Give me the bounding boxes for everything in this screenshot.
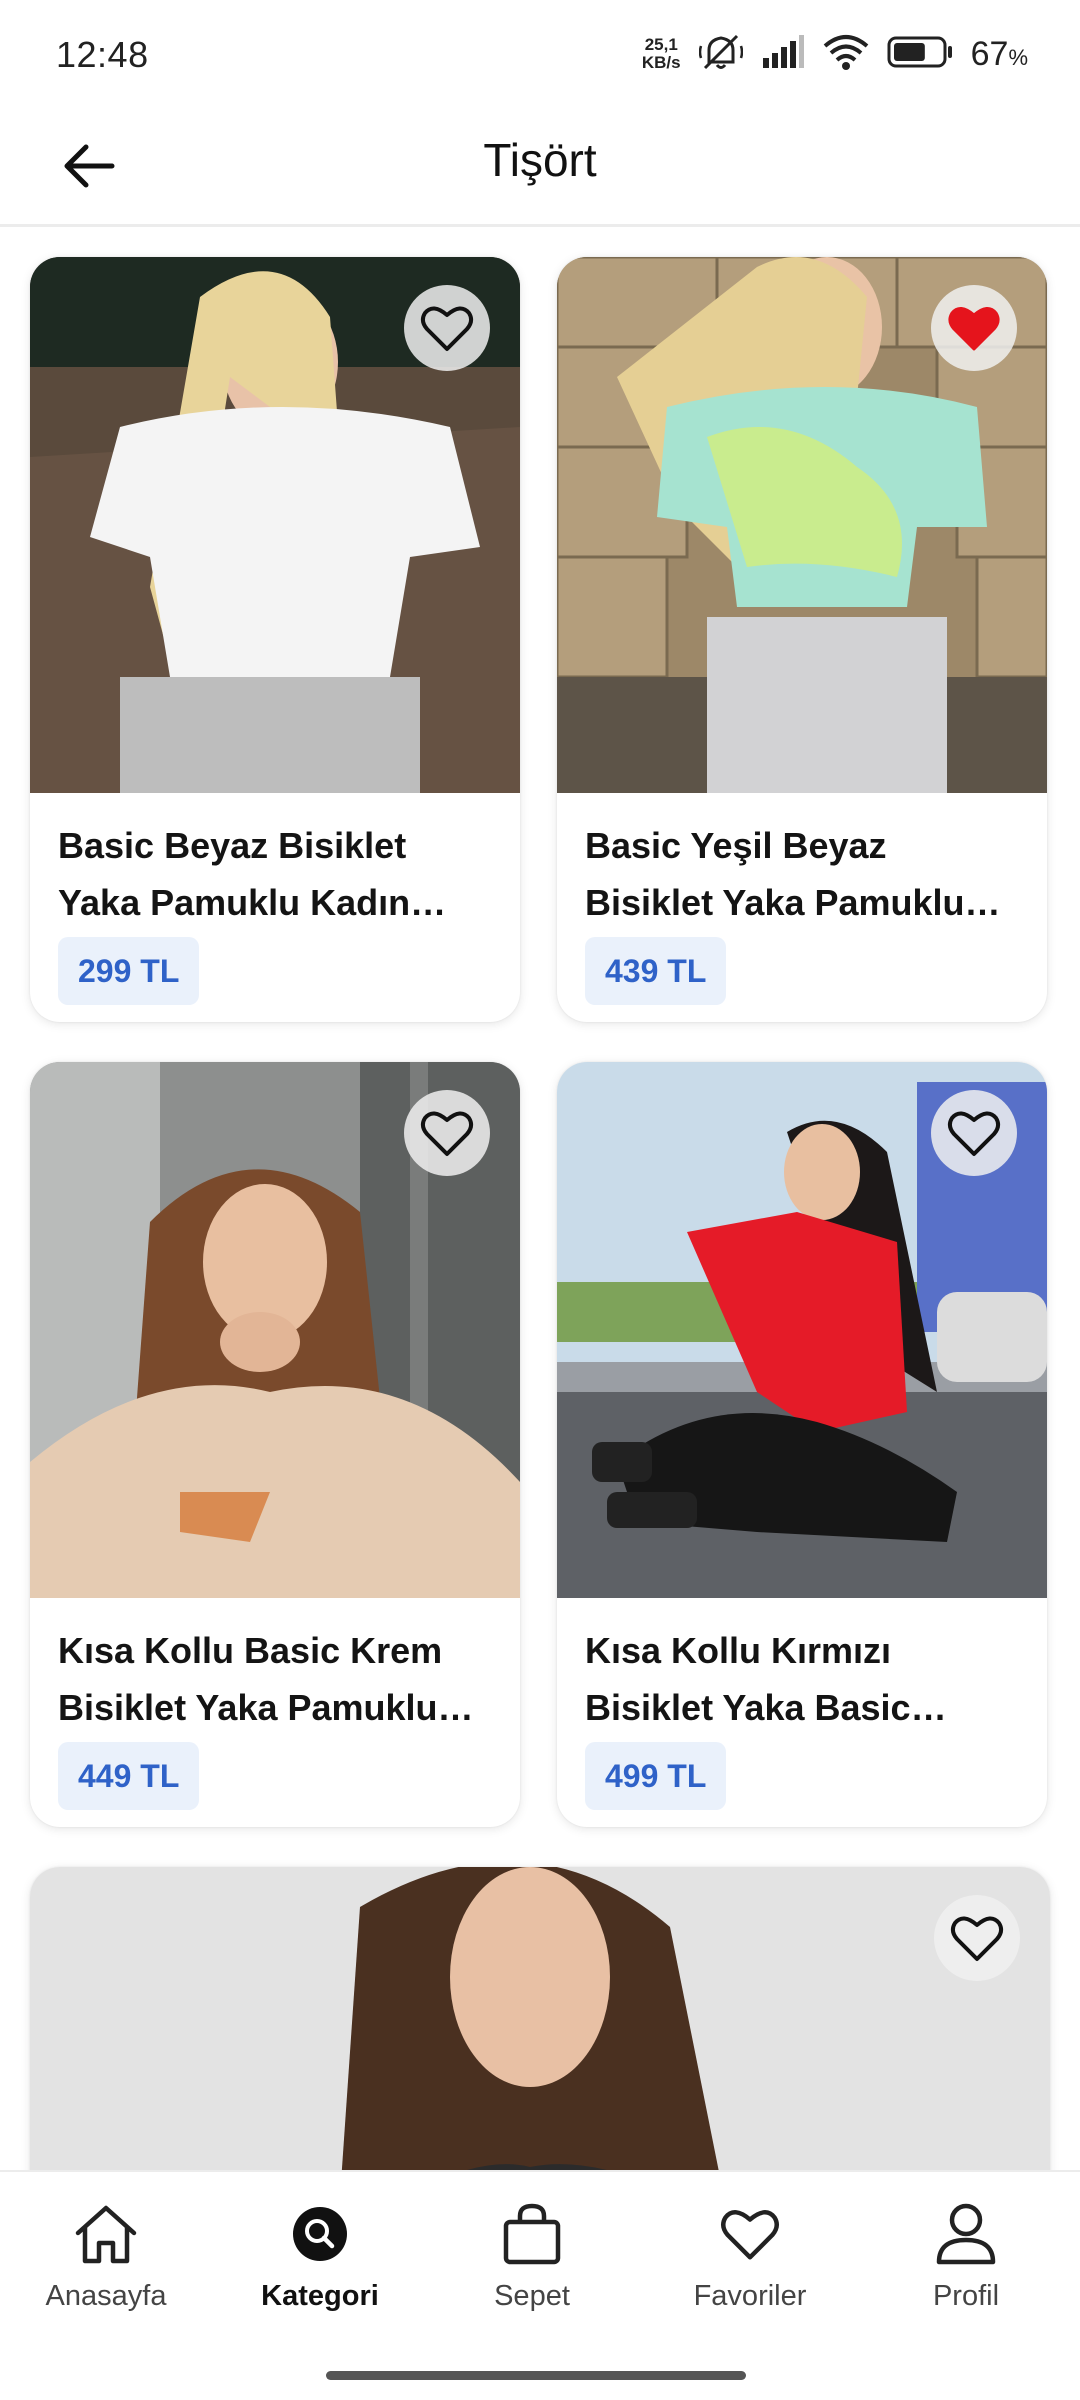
mute-vibrate-icon xyxy=(698,32,743,77)
search-icon xyxy=(282,2196,358,2272)
wifi-icon xyxy=(823,34,869,75)
nav-label: Profil xyxy=(932,2280,1000,2312)
network-speed: 25,1 KB/s xyxy=(642,36,681,72)
product-card[interactable]: Kısa Kollu Basic Krem Bisiklet Yaka Pamu… xyxy=(30,1062,520,1827)
favorite-button[interactable] xyxy=(931,1090,1017,1176)
price-badge: 499 TL xyxy=(585,1742,727,1810)
product-name: Basic Beyaz Bisiklet Yaka Pamuklu Kadın … xyxy=(58,825,411,923)
product-name: Basic Yeşil Beyaz Bisiklet Yaka Pamuklu … xyxy=(585,825,965,923)
product-card[interactable] xyxy=(30,1867,1050,2170)
heart-icon xyxy=(950,1916,1004,1961)
favorite-button[interactable] xyxy=(404,285,490,371)
home-icon xyxy=(68,2196,144,2272)
network-speed-value: 25,1 xyxy=(644,35,678,54)
bottom-nav: Anasayfa Kategori Sepet Favoriler Profil xyxy=(0,2170,1080,2400)
nav-item-category[interactable]: Kategori xyxy=(220,2196,420,2313)
heart-icon xyxy=(947,1111,1001,1156)
nav-item-favorites[interactable]: Favoriler xyxy=(650,2196,850,2313)
bag-icon xyxy=(494,2196,570,2272)
price-badge: 299 TL xyxy=(58,937,200,1005)
price-badge: 439 TL xyxy=(585,937,727,1005)
heart-icon xyxy=(420,306,474,351)
status-icons: 25,1 KB/s 67% xyxy=(642,30,1028,78)
product-grid: Basic Beyaz Bisiklet Yaka Pamuklu Kadın … xyxy=(0,230,1080,2170)
home-indicator[interactable] xyxy=(326,2371,746,2380)
status-time: 12:48 xyxy=(56,34,149,75)
user-icon xyxy=(928,2196,1004,2272)
nav-item-home[interactable]: Anasayfa xyxy=(6,2196,206,2313)
product-name: Kısa Kollu Kırmızı Bisiklet Yaka Basic P… xyxy=(585,1630,911,1728)
product-card[interactable]: Kısa Kollu Kırmızı Bisiklet Yaka Basic P… xyxy=(557,1062,1047,1827)
nav-label: Favoriler xyxy=(693,2280,807,2312)
product-image xyxy=(30,1867,1050,2170)
favorite-button[interactable] xyxy=(934,1895,1020,1981)
heart-filled-icon xyxy=(948,307,1000,351)
favorite-button[interactable] xyxy=(404,1090,490,1176)
heart-icon xyxy=(420,1111,474,1156)
price-badge: 449 TL xyxy=(58,1742,200,1810)
favorite-button[interactable] xyxy=(931,285,1017,371)
status-bar: 12:48 25,1 KB/s 67% xyxy=(0,0,1080,105)
battery-percent: 67% xyxy=(970,34,1028,73)
product-name: Kısa Kollu Basic Krem Bisiklet Yaka Pamu… xyxy=(58,1630,443,1728)
signal-icon xyxy=(761,34,805,75)
nav-label: Sepet xyxy=(494,2280,570,2312)
heart-icon xyxy=(712,2196,788,2272)
nav-label: Kategori xyxy=(261,2280,379,2312)
battery-icon xyxy=(887,34,953,75)
nav-item-profile[interactable]: Profil xyxy=(866,2196,1066,2313)
network-speed-unit: KB/s xyxy=(641,53,681,72)
nav-label: Anasayfa xyxy=(45,2280,167,2312)
app-header: Tişört xyxy=(0,105,1080,227)
nav-item-cart[interactable]: Sepet xyxy=(432,2196,632,2313)
page-title: Tişört xyxy=(483,134,597,186)
product-card[interactable]: Basic Yeşil Beyaz Bisiklet Yaka Pamuklu … xyxy=(557,257,1047,1022)
product-card[interactable]: Basic Beyaz Bisiklet Yaka Pamuklu Kadın … xyxy=(30,257,520,1022)
